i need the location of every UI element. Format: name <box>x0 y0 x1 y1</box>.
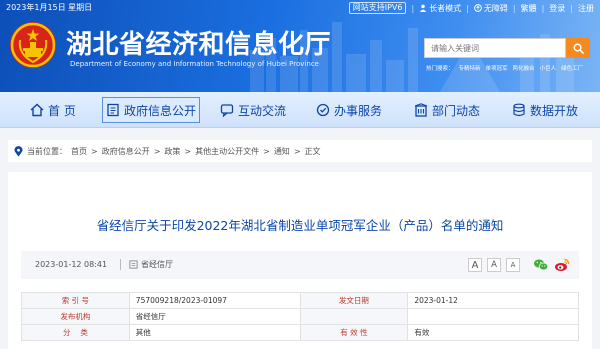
source-name: 省经信厅 <box>141 260 173 269</box>
article-title: 省经信厅关于印发2022年湖北省制造业单项冠军企业（产品）名单的通知 <box>96 218 504 233</box>
barrier-free-label: 无障碍 <box>483 3 508 13</box>
info-key: 分 类 <box>21 324 130 341</box>
national-emblem-icon <box>10 22 56 68</box>
info-value: 有效 <box>407 324 579 341</box>
wechat-share-icon[interactable] <box>533 257 549 273</box>
info-value: 省经信厅 <box>128 308 301 325</box>
table-row: 发布机构 省经信厅 <box>21 308 579 325</box>
breadcrumb-item[interactable]: 政府信息公开 <box>102 146 150 157</box>
document-info-table: 索 引 号 757009218/2023-01097 发文日期 2023-01-… <box>21 292 579 341</box>
home-icon <box>30 103 44 117</box>
breadcrumb-separator: > <box>184 146 192 156</box>
top-links: 网站支持IPV6 | 长者模式 | 无障碍 | 繁體 | 登录 | 注册 <box>348 2 594 14</box>
top-bar: 2023年1月15日 星期日 网站支持IPV6 | 长者模式 | 无障碍 | 繁… <box>0 0 600 16</box>
divider: | <box>512 3 516 13</box>
divider <box>120 259 121 270</box>
nav-item-label: 办事服务 <box>334 103 383 118</box>
publish-date: 2023-01-12 08:41 <box>35 260 108 269</box>
breadcrumb-separator: > <box>153 146 161 156</box>
divider: | <box>541 3 545 13</box>
weibo-share-icon[interactable] <box>554 257 570 273</box>
table-row: 索 引 号 757009218/2023-01097 发文日期 2023-01-… <box>21 292 579 309</box>
info-value: 其他 <box>128 324 301 341</box>
chat-icon <box>220 104 234 117</box>
current-date: 2023年1月15日 星期日 <box>6 3 93 12</box>
site-header: 2023年1月15日 星期日 网站支持IPV6 | 长者模式 | 无障碍 | 繁… <box>0 0 600 92</box>
service-icon <box>316 103 330 117</box>
nav-item-open-data[interactable]: 数据开放 <box>512 97 578 123</box>
location-icon <box>14 145 23 156</box>
nav-item-gov-info[interactable]: 政府信息公开 <box>102 97 201 123</box>
search-bar <box>424 38 590 58</box>
search-button[interactable] <box>566 38 590 58</box>
divider: | <box>411 3 415 13</box>
nav-item-label: 互动交流 <box>238 103 287 118</box>
article-panel: 省经信厅关于印发2022年湖北省制造业单项冠军企业（产品）名单的通知 2023-… <box>8 172 592 349</box>
data-icon <box>513 103 525 117</box>
login-link[interactable]: 登录 <box>549 3 565 14</box>
font-size-small-button[interactable]: A <box>506 258 520 272</box>
nav-item-label: 政府信息公开 <box>124 103 197 118</box>
divider: | <box>570 3 573 13</box>
nav-item-label: 部门动态 <box>432 103 481 118</box>
hot-search-label: 热门搜索： <box>426 66 454 72</box>
elder-mode-label: 长者模式 <box>429 3 462 13</box>
nav-item-label: 首 页 <box>48 103 76 118</box>
nav-item-services[interactable]: 办事服务 <box>316 97 382 123</box>
nav-item-home[interactable]: 首 页 <box>30 97 76 123</box>
building-icon <box>414 103 428 117</box>
info-key: 有 效 性 <box>299 324 409 341</box>
search-icon <box>573 43 584 54</box>
breadcrumb-item[interactable]: 政策 <box>164 146 180 157</box>
breadcrumb-item[interactable]: 首页 <box>71 146 87 157</box>
breadcrumb-item[interactable]: 通知 <box>274 146 290 157</box>
doc-icon <box>107 103 119 117</box>
article-meta-bar: 2023-01-12 08:41 省经信厅 A A A <box>21 251 579 279</box>
info-key: 发布机构 <box>21 308 130 325</box>
font-size-medium-button[interactable]: A <box>487 258 501 272</box>
breadcrumb-current: 正文 <box>304 146 321 156</box>
traditional-chinese-link[interactable]: 繁體 <box>521 3 537 14</box>
hot-search-link[interactable]: 绿色工厂 <box>561 64 583 72</box>
info-key: 发文日期 <box>299 292 409 309</box>
barrier-free-link[interactable]: 无障碍 <box>474 3 508 14</box>
breadcrumb-separator: > <box>293 146 301 156</box>
hot-search-link[interactable]: 单项冠军 <box>486 64 508 72</box>
nav-item-dept-news[interactable]: 部门动态 <box>414 97 480 123</box>
breadcrumb: 当前位置： 首页 > 政府信息公开 > 政策 > 其他主动公开文件 > 通知 >… <box>8 140 592 162</box>
accessibility-icon <box>474 4 482 12</box>
register-link[interactable]: 注册 <box>578 3 594 14</box>
nav-item-label: 数据开放 <box>530 103 579 118</box>
info-value: 2023-01-12 <box>407 292 579 309</box>
nav-item-interaction[interactable]: 互动交流 <box>220 97 286 123</box>
article-source: 省经信厅 <box>129 259 173 270</box>
breadcrumb-separator: > <box>263 146 270 156</box>
hot-search-link[interactable]: 两化融合 <box>513 64 535 72</box>
font-size-large-button[interactable]: A <box>468 258 482 272</box>
info-key: 索 引 号 <box>21 292 130 309</box>
breadcrumb-separator: > <box>91 146 98 156</box>
ipv6-badge: 网站支持IPV6 <box>348 2 407 14</box>
main-nav: 首 页 政府信息公开 互动交流 办事服务 部门动态 数据开放 <box>0 92 600 128</box>
search-input[interactable] <box>424 38 566 58</box>
site-title: 湖北省经济和信息化厅 <box>66 30 332 60</box>
user-icon <box>419 4 427 12</box>
source-icon <box>129 260 138 269</box>
site-subtitle: Department of Economy and Information Te… <box>70 60 319 68</box>
hot-search-link[interactable]: 专精特新 <box>459 64 481 72</box>
info-value <box>407 308 579 325</box>
breadcrumb-prefix: 当前位置： <box>27 146 67 156</box>
hot-search-link[interactable]: 小巨人 <box>540 64 557 72</box>
info-key <box>299 308 409 325</box>
breadcrumb-item[interactable]: 其他主动公开文件 <box>195 146 259 157</box>
divider: | <box>466 3 469 13</box>
info-value: 757009218/2023-01097 <box>128 292 301 309</box>
table-row: 分 类 其他 有 效 性 有效 <box>21 324 579 341</box>
hot-search-links: 热门搜索： 专精特新 单项冠军 两化融合 小巨人 绿色工厂 <box>426 64 583 72</box>
elder-mode-link[interactable]: 长者模式 <box>419 3 461 14</box>
